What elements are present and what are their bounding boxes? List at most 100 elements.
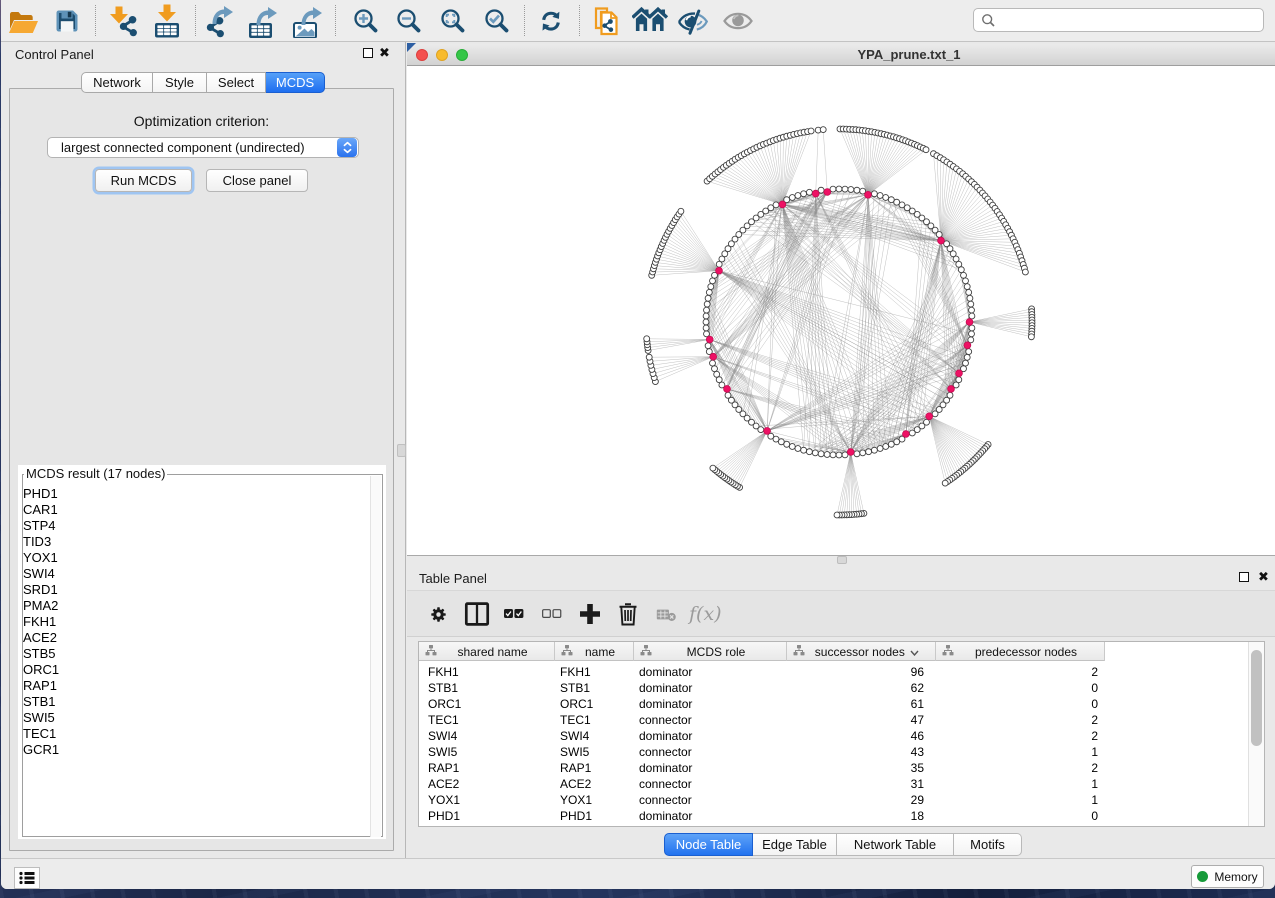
network-canvas[interactable]: [407, 66, 1275, 556]
result-node-item[interactable]: TEC1: [23, 726, 59, 742]
run-mcds-button[interactable]: Run MCDS: [95, 169, 192, 192]
table-scrollbar[interactable]: [1248, 642, 1264, 826]
unselect-all-checkboxes-button[interactable]: [538, 600, 566, 628]
toolbar-separator: [95, 5, 96, 36]
task-history-button[interactable]: [14, 867, 40, 889]
show-details-button[interactable]: [721, 4, 755, 38]
select-all-checkboxes-button[interactable]: [500, 600, 528, 628]
control-panel-title: Control Panel: [15, 47, 94, 62]
table-row[interactable]: PHD1PHD1dominator180: [419, 808, 1105, 824]
table-row[interactable]: FKH1FKH1dominator962: [419, 664, 1105, 680]
add-button[interactable]: [576, 600, 604, 628]
open-folder-button[interactable]: [6, 4, 40, 38]
search-box[interactable]: [973, 8, 1264, 32]
gear-button[interactable]: [424, 600, 452, 628]
result-node-item[interactable]: STP4: [23, 518, 59, 534]
copy-style-icon: [591, 5, 623, 37]
frame-corner-decoration: [407, 43, 416, 52]
float-icon[interactable]: [363, 48, 373, 58]
zoom-out-button[interactable]: [391, 4, 425, 38]
minimize-traffic-light[interactable]: [436, 49, 448, 61]
optimization-criterion-select[interactable]: largest connected component (undirected): [47, 137, 359, 158]
result-node-item[interactable]: SRD1: [23, 582, 59, 598]
result-node-item[interactable]: SWI5: [23, 710, 59, 726]
tab-motifs[interactable]: Motifs: [954, 833, 1022, 856]
close-traffic-light[interactable]: [416, 49, 428, 61]
result-node-item[interactable]: TID3: [23, 534, 59, 550]
scrollbar-thumb[interactable]: [1251, 650, 1262, 746]
copy-style-button[interactable]: [590, 4, 624, 38]
float-icon[interactable]: [1239, 572, 1249, 582]
maximize-traffic-light[interactable]: [456, 49, 468, 61]
search-icon: [981, 13, 996, 28]
import-table-button[interactable]: [150, 4, 184, 38]
cell-shared-name: SWI5: [419, 745, 555, 759]
column-header-MCDS-role[interactable]: MCDS role: [634, 642, 787, 661]
tab-edge-table[interactable]: Edge Table: [753, 833, 837, 856]
result-node-item[interactable]: ORC1: [23, 662, 59, 678]
cell-shared-name: YOX1: [419, 793, 555, 807]
table-row[interactable]: SWI4SWI4dominator462: [419, 728, 1105, 744]
tab-select[interactable]: Select: [207, 72, 266, 93]
columns-button[interactable]: [463, 600, 491, 628]
save-button[interactable]: [50, 4, 84, 38]
horizontal-splitter-handle[interactable]: [837, 556, 847, 564]
tab-style[interactable]: Style: [153, 72, 207, 93]
tab-node-table[interactable]: Node Table: [664, 833, 753, 856]
export-table-button[interactable]: [245, 4, 279, 38]
tab-mcds[interactable]: MCDS: [266, 72, 325, 93]
result-node-item[interactable]: RAP1: [23, 678, 59, 694]
result-node-item[interactable]: PMA2: [23, 598, 59, 614]
result-node-item[interactable]: YOX1: [23, 550, 59, 566]
table-row[interactable]: YOX1YOX1connector291: [419, 792, 1105, 808]
zoom-selected-icon: [481, 6, 511, 36]
tab-network[interactable]: Network: [81, 72, 153, 93]
cell-predecessor-nodes: 0: [936, 809, 1105, 823]
network-window-titlebar[interactable]: YPA_prune.txt_1: [407, 44, 1275, 66]
mcds-result-panel: MCDS result (17 nodes) PHD1CAR1STP4TID3Y…: [18, 465, 386, 839]
column-header-name[interactable]: name: [555, 642, 634, 661]
result-scrollbar[interactable]: [370, 476, 381, 837]
result-node-item[interactable]: ACE2: [23, 630, 59, 646]
column-header-successor-nodes[interactable]: successor nodes: [787, 642, 936, 661]
result-node-item[interactable]: STB5: [23, 646, 59, 662]
table-row[interactable]: TEC1TEC1connector472: [419, 712, 1105, 728]
search-input[interactable]: [1001, 13, 1263, 27]
export-image-button[interactable]: [290, 4, 324, 38]
hide-details-button[interactable]: [677, 4, 711, 38]
new-network-from-selection-button[interactable]: [633, 4, 667, 38]
close-icon[interactable]: ✖: [379, 45, 390, 61]
table-row[interactable]: SWI5SWI5connector431: [419, 744, 1105, 760]
node-table: shared namenameMCDS rolesuccessor nodes …: [418, 641, 1265, 827]
table-row[interactable]: STB1STB1dominator620: [419, 680, 1105, 696]
memory-status-icon: [1197, 871, 1208, 882]
result-node-item[interactable]: PHD1: [23, 486, 59, 502]
tab-network-table[interactable]: Network Table: [837, 833, 954, 856]
mcds-result-list[interactable]: PHD1CAR1STP4TID3YOX1SWI4SRD1PMA2FKH1ACE2…: [23, 486, 59, 758]
zoom-in-icon: [350, 6, 380, 36]
mcds-result-title: MCDS result (17 nodes): [24, 466, 167, 481]
memory-button[interactable]: Memory: [1191, 865, 1264, 888]
zoom-fit-button[interactable]: [435, 4, 469, 38]
close-icon[interactable]: ✖: [1258, 569, 1269, 585]
result-node-item[interactable]: FKH1: [23, 614, 59, 630]
delete-button[interactable]: [614, 600, 642, 628]
column-header-shared-name[interactable]: shared name: [419, 642, 555, 661]
table-row[interactable]: RAP1RAP1dominator352: [419, 760, 1105, 776]
column-header-predecessor-nodes[interactable]: predecessor nodes: [936, 642, 1105, 661]
zoom-in-button[interactable]: [348, 4, 382, 38]
export-network-button[interactable]: [202, 4, 236, 38]
refresh-button[interactable]: [534, 4, 568, 38]
result-node-item[interactable]: GCR1: [23, 742, 59, 758]
zoom-selected-button[interactable]: [479, 4, 513, 38]
result-node-item[interactable]: SWI4: [23, 566, 59, 582]
result-node-item[interactable]: STB1: [23, 694, 59, 710]
table-row[interactable]: ACE2ACE2connector311: [419, 776, 1105, 792]
close-panel-button[interactable]: Close panel: [206, 169, 308, 192]
table-row[interactable]: ORC1ORC1dominator610: [419, 696, 1105, 712]
result-node-item[interactable]: CAR1: [23, 502, 59, 518]
import-network-button[interactable]: [107, 4, 141, 38]
cell-successor-nodes: 29: [787, 793, 936, 807]
table-header-row: shared namenameMCDS rolesuccessor nodes …: [419, 642, 1105, 661]
divider-handle[interactable]: [397, 444, 406, 457]
